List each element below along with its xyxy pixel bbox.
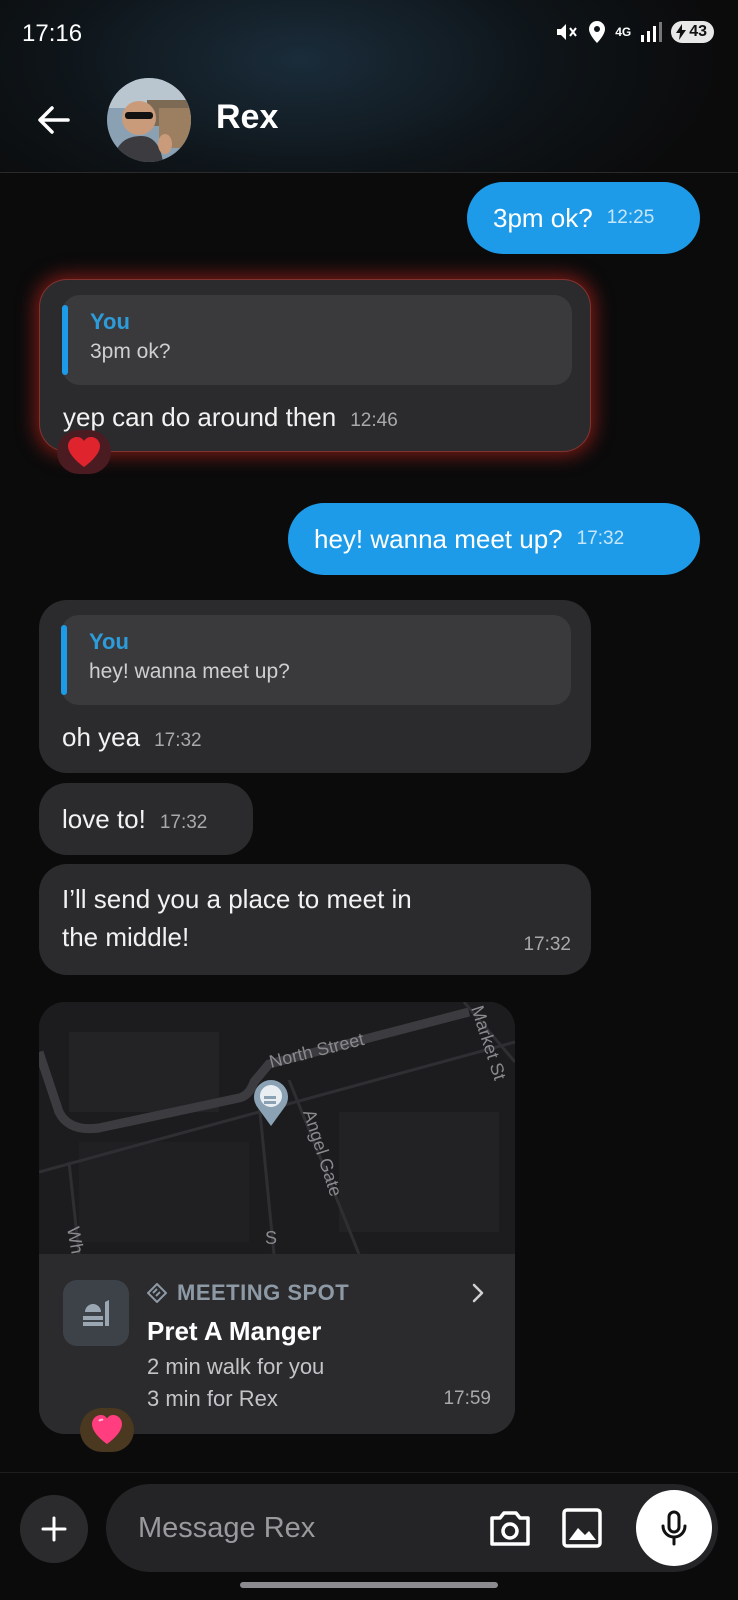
back-arrow-icon[interactable] (34, 100, 74, 140)
outgoing-message[interactable]: hey! wanna meet up? 17:32 (288, 503, 700, 575)
network-type: 4G (615, 25, 632, 39)
plus-icon (41, 1516, 67, 1542)
meeting-spot-kicker: MEETING SPOT (147, 1280, 349, 1306)
incoming-message[interactable]: You 3pm ok? yep can do around then 12:46 (39, 279, 591, 452)
signal-icon (641, 22, 663, 42)
gallery-icon[interactable] (558, 1504, 606, 1552)
place-name: Pret A Manger (147, 1316, 322, 1346)
home-indicator[interactable] (240, 1582, 498, 1588)
diamond-icon (147, 1283, 167, 1303)
camera-icon[interactable] (486, 1504, 534, 1552)
charging-bolt-icon (676, 24, 687, 40)
battery-indicator: 43 (671, 21, 714, 43)
status-bar: 17:16 4G 43 (0, 0, 738, 70)
chevron-right-icon[interactable] (469, 1280, 487, 1312)
map-preview[interactable]: North Street Angel Gate Market St Wh S (39, 1002, 515, 1255)
message-field[interactable] (106, 1484, 718, 1572)
sparkling-heart-icon (92, 1415, 122, 1444)
walk-time-you: 2 min walk for you (147, 1354, 325, 1379)
heart-reaction[interactable] (80, 1408, 134, 1452)
incoming-message[interactable]: You hey! wanna meet up? oh yea 17:32 (39, 600, 591, 773)
voice-message-button[interactable] (636, 1490, 712, 1566)
message-input[interactable] (138, 1506, 438, 1550)
outgoing-message[interactable]: 3pm ok? 12:25 (467, 182, 700, 254)
incoming-message[interactable]: love to! 17:32 (39, 783, 253, 855)
walk-time-contact: 3 min for Rex (147, 1386, 278, 1411)
meeting-spot-card[interactable]: North Street Angel Gate Market St Wh S M… (39, 1002, 515, 1434)
avatar[interactable] (107, 78, 191, 162)
location-icon (589, 21, 606, 43)
heart-icon (68, 437, 100, 467)
status-time: 17:16 (22, 20, 83, 47)
fast-food-icon (63, 1280, 129, 1346)
quoted-reply[interactable]: You hey! wanna meet up? (61, 615, 571, 705)
message-time: 17:59 (443, 1388, 491, 1409)
map-label-s: S (265, 1228, 277, 1248)
heart-reaction[interactable] (57, 430, 111, 474)
quoted-reply[interactable]: You 3pm ok? (62, 295, 572, 385)
incoming-message[interactable]: I’ll send you a place to meet in the mid… (39, 864, 591, 975)
vibrate-mute-icon (557, 24, 577, 40)
microphone-icon (661, 1510, 687, 1546)
add-attachment-button[interactable] (20, 1495, 88, 1563)
contact-name[interactable]: Rex (216, 98, 278, 137)
meeting-spot-details[interactable]: MEETING SPOT Pret A Manger 2 min walk fo… (39, 1254, 515, 1434)
